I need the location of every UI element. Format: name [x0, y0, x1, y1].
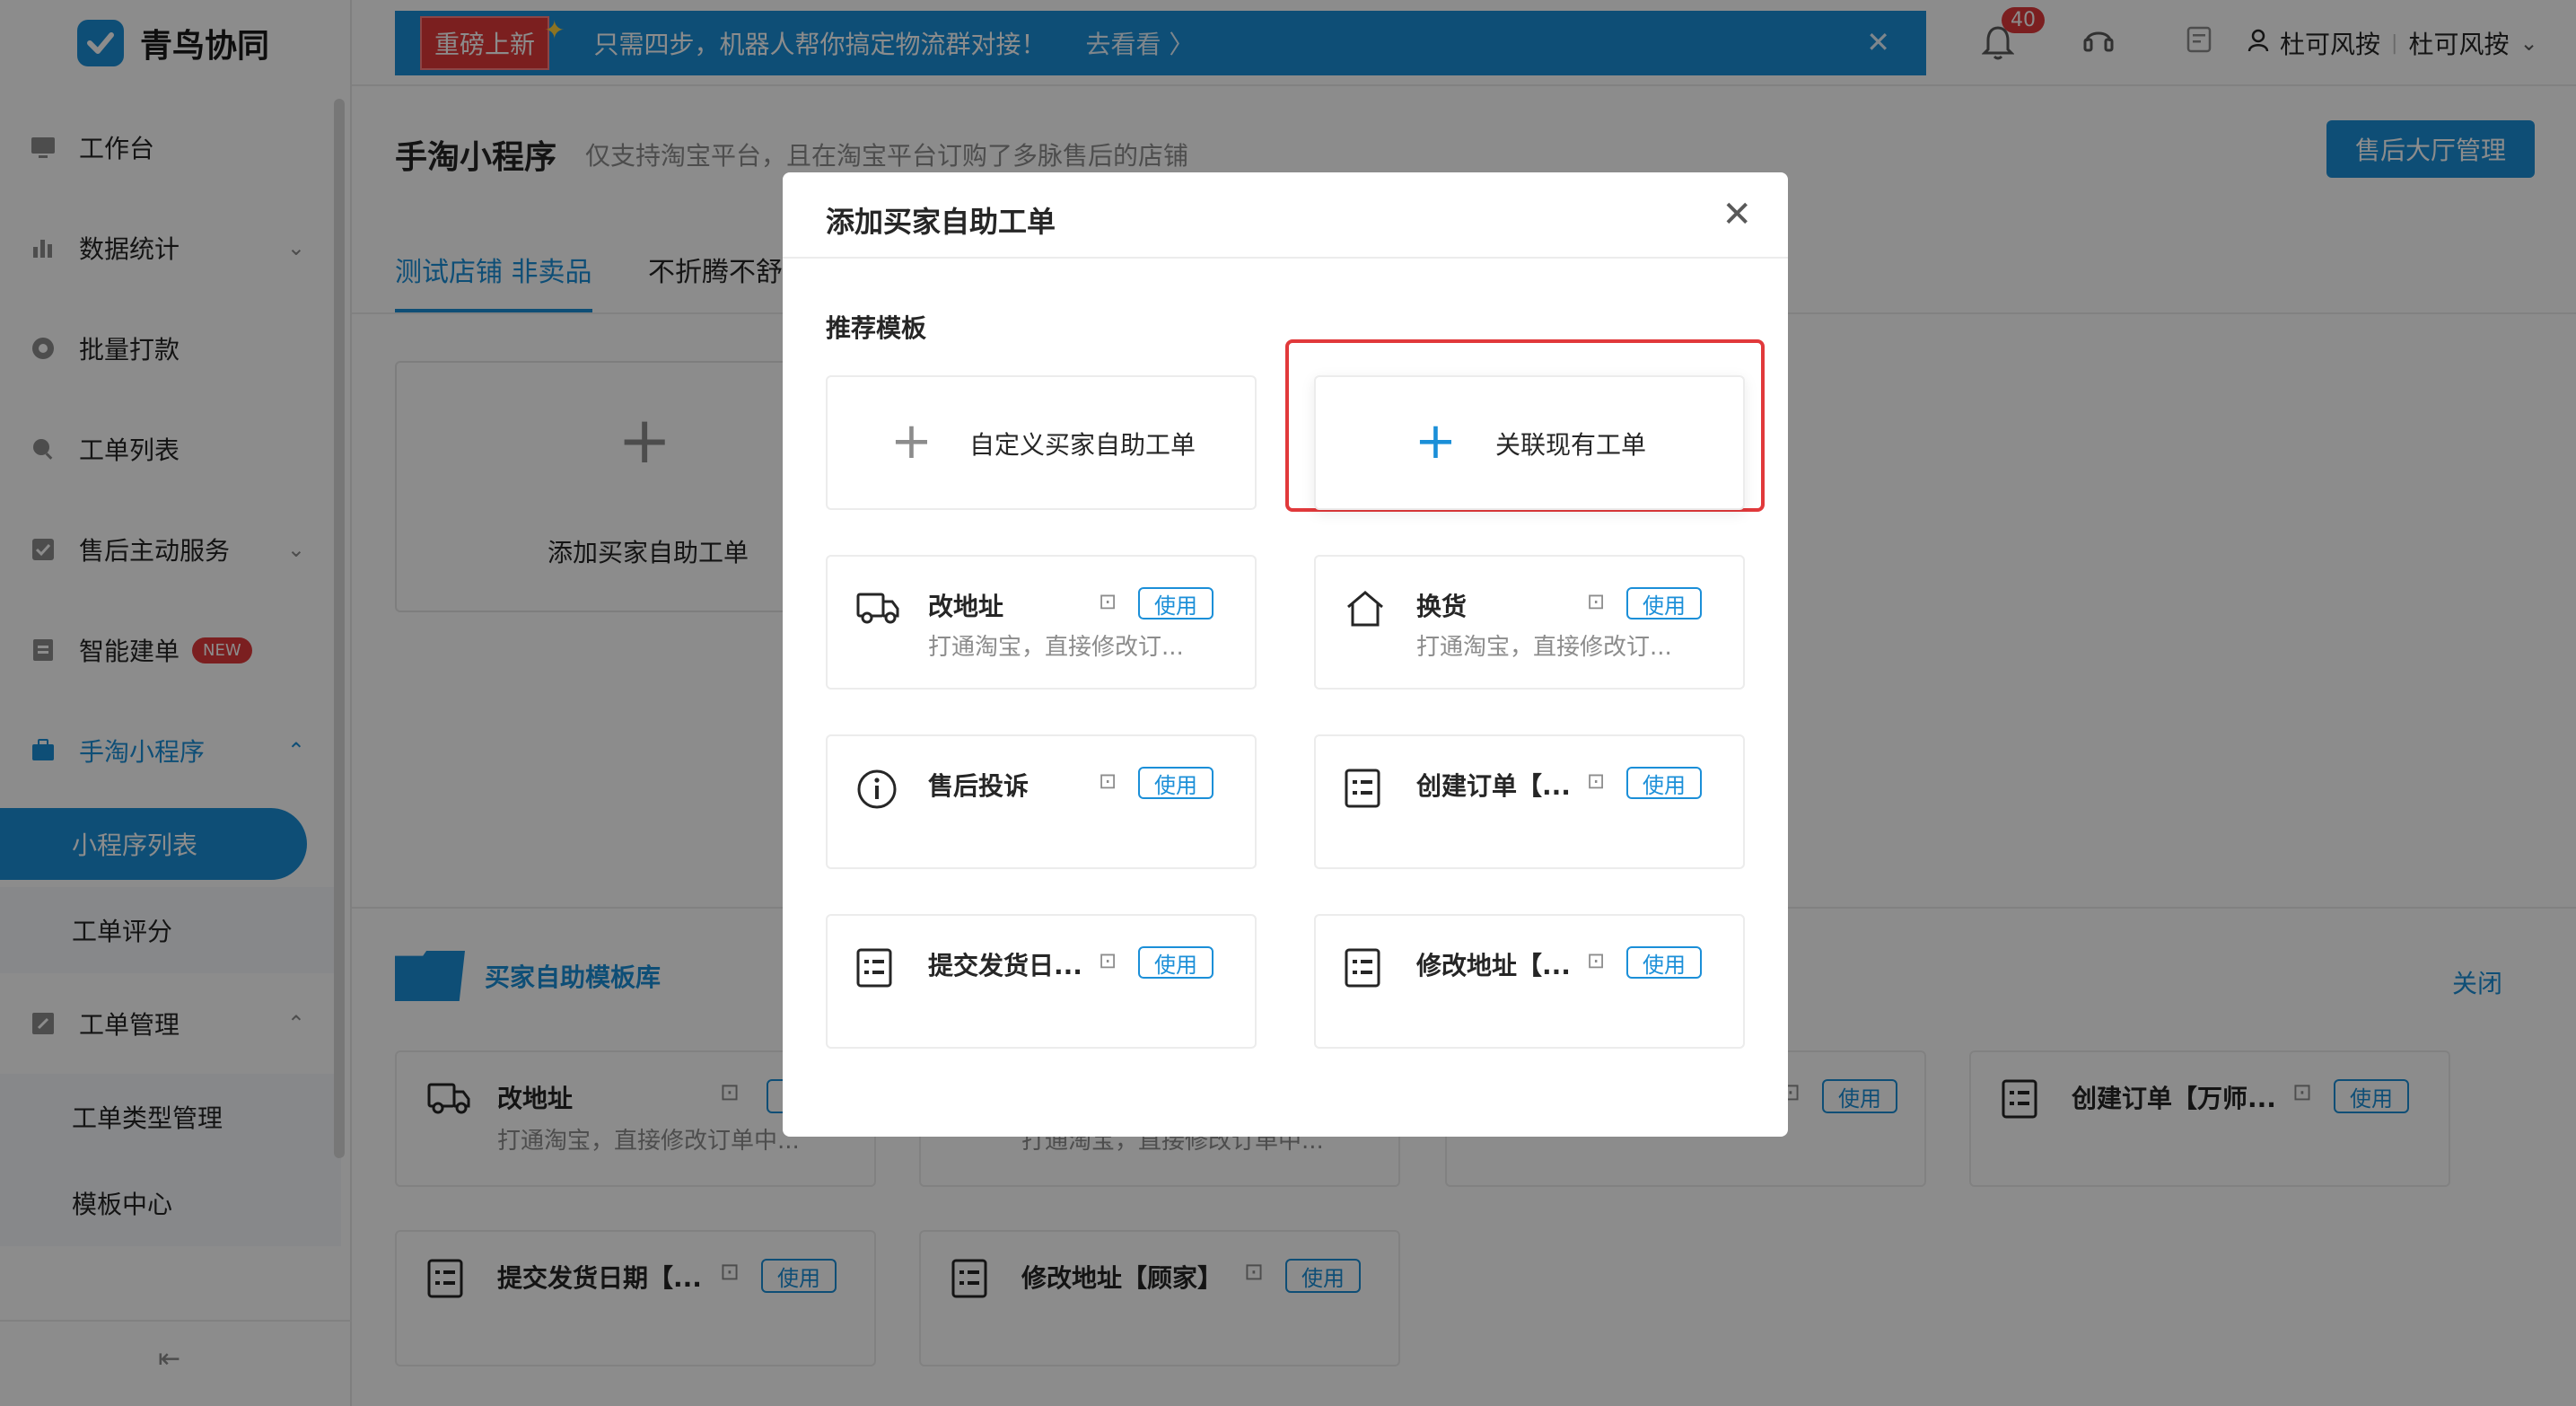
- modal-header: 添加买家自助工单 ✕: [783, 172, 1788, 259]
- template-card-create-order[interactable]: 创建订单【... ⊡ 使用: [1314, 734, 1745, 869]
- use-button[interactable]: 使用: [1626, 587, 1702, 620]
- add-self-service-modal: 添加买家自助工单 ✕ 推荐模板 + 自定义买家自助工单 + 关联现有工单 改地址…: [783, 172, 1788, 1137]
- use-button[interactable]: 使用: [1626, 767, 1702, 799]
- template-name: 换货: [1416, 592, 1468, 621]
- link-card-label: 关联现有工单: [1495, 430, 1647, 460]
- use-button[interactable]: 使用: [1626, 946, 1702, 979]
- truck-icon: [856, 589, 899, 632]
- template-card-ship-date[interactable]: 提交发货日... ⊡ 使用: [826, 914, 1257, 1049]
- list-icon: [856, 948, 899, 991]
- template-name: 提交发货日...: [928, 951, 1082, 980]
- template-description: 打通淘宝，直接修改订...: [928, 634, 1184, 661]
- template-name: 修改地址【...: [1416, 951, 1571, 980]
- custom-card-label: 自定义买家自助工单: [969, 430, 1196, 460]
- template-name: 改地址: [928, 592, 1004, 621]
- recommended-templates-label: 推荐模板: [826, 313, 927, 343]
- list-icon: [1345, 948, 1388, 991]
- template-description: 打通淘宝，直接修改订...: [1416, 634, 1672, 661]
- template-card-modify-address[interactable]: 修改地址【... ⊡ 使用: [1314, 914, 1745, 1049]
- link-existing-ticket-card[interactable]: + 关联现有工单: [1314, 375, 1745, 510]
- template-card-complaint[interactable]: 售后投诉 ⊡ 使用: [826, 734, 1257, 869]
- use-button[interactable]: 使用: [1138, 946, 1214, 979]
- modal-title: 添加买家自助工单: [826, 205, 1056, 239]
- list-icon: [1345, 769, 1388, 812]
- plus-icon: +: [890, 412, 933, 470]
- preview-icon[interactable]: ⊡: [1587, 589, 1605, 614]
- preview-icon[interactable]: ⊡: [1587, 769, 1605, 794]
- plus-icon: +: [1415, 412, 1457, 470]
- preview-icon[interactable]: ⊡: [1099, 769, 1117, 794]
- use-button[interactable]: 使用: [1138, 767, 1214, 799]
- info-icon: [856, 769, 899, 812]
- template-card-exchange[interactable]: 换货 打通淘宝，直接修改订... ⊡ 使用: [1314, 555, 1745, 690]
- house-icon: [1345, 589, 1388, 632]
- custom-ticket-card[interactable]: + 自定义买家自助工单: [826, 375, 1257, 510]
- template-name: 售后投诉: [928, 771, 1030, 801]
- preview-icon[interactable]: ⊡: [1099, 589, 1117, 614]
- close-icon[interactable]: ✕: [1722, 194, 1752, 235]
- use-button[interactable]: 使用: [1138, 587, 1214, 620]
- template-name: 创建订单【...: [1416, 771, 1571, 801]
- template-card-change-address[interactable]: 改地址 打通淘宝，直接修改订... ⊡ 使用: [826, 555, 1257, 690]
- preview-icon[interactable]: ⊡: [1587, 948, 1605, 973]
- preview-icon[interactable]: ⊡: [1099, 948, 1117, 973]
